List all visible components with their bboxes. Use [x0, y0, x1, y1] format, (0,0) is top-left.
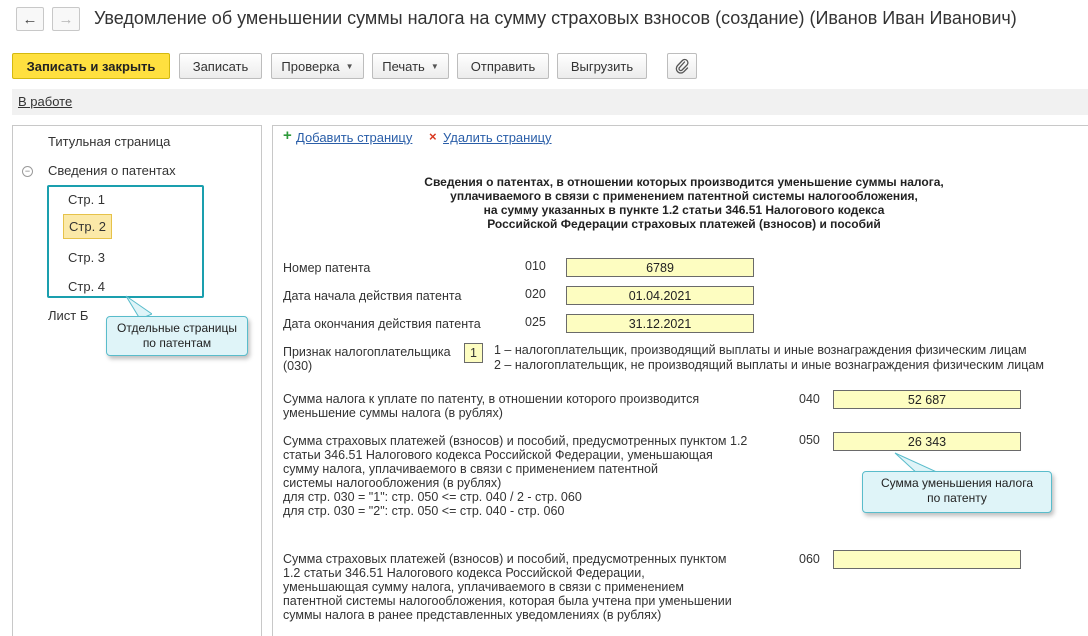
chevron-down-icon: ▼	[345, 61, 354, 71]
patent-number-code: 010	[525, 259, 546, 273]
add-page-link[interactable]: Добавить страницу	[296, 130, 412, 145]
plus-icon: +	[283, 127, 292, 144]
line-050-label: Сумма страховых платежей (взносов) и пос…	[283, 434, 748, 518]
arrow-right-icon: →	[58, 10, 74, 28]
back-button[interactable]: ←	[16, 7, 44, 31]
arrow-left-icon: ←	[22, 10, 38, 28]
nav-title-page[interactable]: Титульная страница	[48, 134, 170, 149]
save-button[interactable]: Записать	[179, 53, 262, 79]
callout-pages: Отдельные страницы по патентам	[106, 316, 248, 356]
print-button-label: Печать	[382, 58, 425, 74]
nav-patents[interactable]: Сведения о патентах	[48, 163, 176, 178]
end-date-label: Дата окончания действия патента	[283, 317, 481, 331]
end-date-field[interactable]: 31.12.2021	[566, 314, 754, 333]
patent-number-label: Номер патента	[283, 261, 371, 275]
line-050-field[interactable]: 26 343	[833, 432, 1021, 451]
check-button-label: Проверка	[281, 58, 340, 74]
taxpayer-sign-option-1: 1 – налогоплательщик, производящий выпла…	[494, 343, 1027, 357]
line-040-code: 040	[799, 392, 820, 406]
forward-button[interactable]: →	[52, 7, 80, 31]
collapse-icon[interactable]: −	[22, 166, 33, 177]
delete-page-link[interactable]: Удалить страницу	[443, 130, 552, 145]
line-060-label: Сумма страховых платежей (взносов) и пос…	[283, 552, 732, 622]
start-date-code: 020	[525, 287, 546, 301]
form-heading: Сведения о патентах, в отношении которых…	[424, 175, 944, 231]
taxpayer-sign-field[interactable]: 1	[464, 343, 483, 363]
print-button[interactable]: Печать ▼	[372, 53, 449, 79]
upload-button[interactable]: Выгрузить	[557, 53, 647, 79]
save-and-close-button[interactable]: Записать и закрыть	[12, 53, 170, 79]
callout-reduction: Сумма уменьшения налога по патенту	[862, 471, 1052, 513]
taxpayer-sign-option-2: 2 – налогоплательщик, не производящий вы…	[494, 358, 1044, 372]
status-bar: В работе	[12, 89, 1088, 115]
start-date-field[interactable]: 01.04.2021	[566, 286, 754, 305]
end-date-code: 025	[525, 315, 546, 329]
nav-sheet-b[interactable]: Лист Б	[48, 308, 88, 323]
close-icon: ×	[429, 129, 437, 144]
line-040-label: Сумма налога к уплате по патенту, в отно…	[283, 392, 700, 420]
line-050-code: 050	[799, 433, 820, 447]
paperclip-icon	[675, 58, 689, 74]
window-title: Уведомление об уменьшении суммы налога н…	[94, 8, 1017, 28]
attach-button[interactable]	[667, 53, 697, 79]
patent-number-field[interactable]: 6789	[566, 258, 754, 277]
line-060-code: 060	[799, 552, 820, 566]
line-060-field[interactable]	[833, 550, 1021, 569]
taxpayer-sign-label: Признак налогоплательщика (030)	[283, 345, 451, 373]
chevron-down-icon: ▼	[430, 61, 439, 71]
check-button[interactable]: Проверка ▼	[271, 53, 364, 79]
pages-highlight-frame	[47, 185, 204, 298]
line-040-field[interactable]: 52 687	[833, 390, 1021, 409]
status-link[interactable]: В работе	[18, 94, 72, 109]
send-button[interactable]: Отправить	[457, 53, 549, 79]
start-date-label: Дата начала действия патента	[283, 289, 462, 303]
